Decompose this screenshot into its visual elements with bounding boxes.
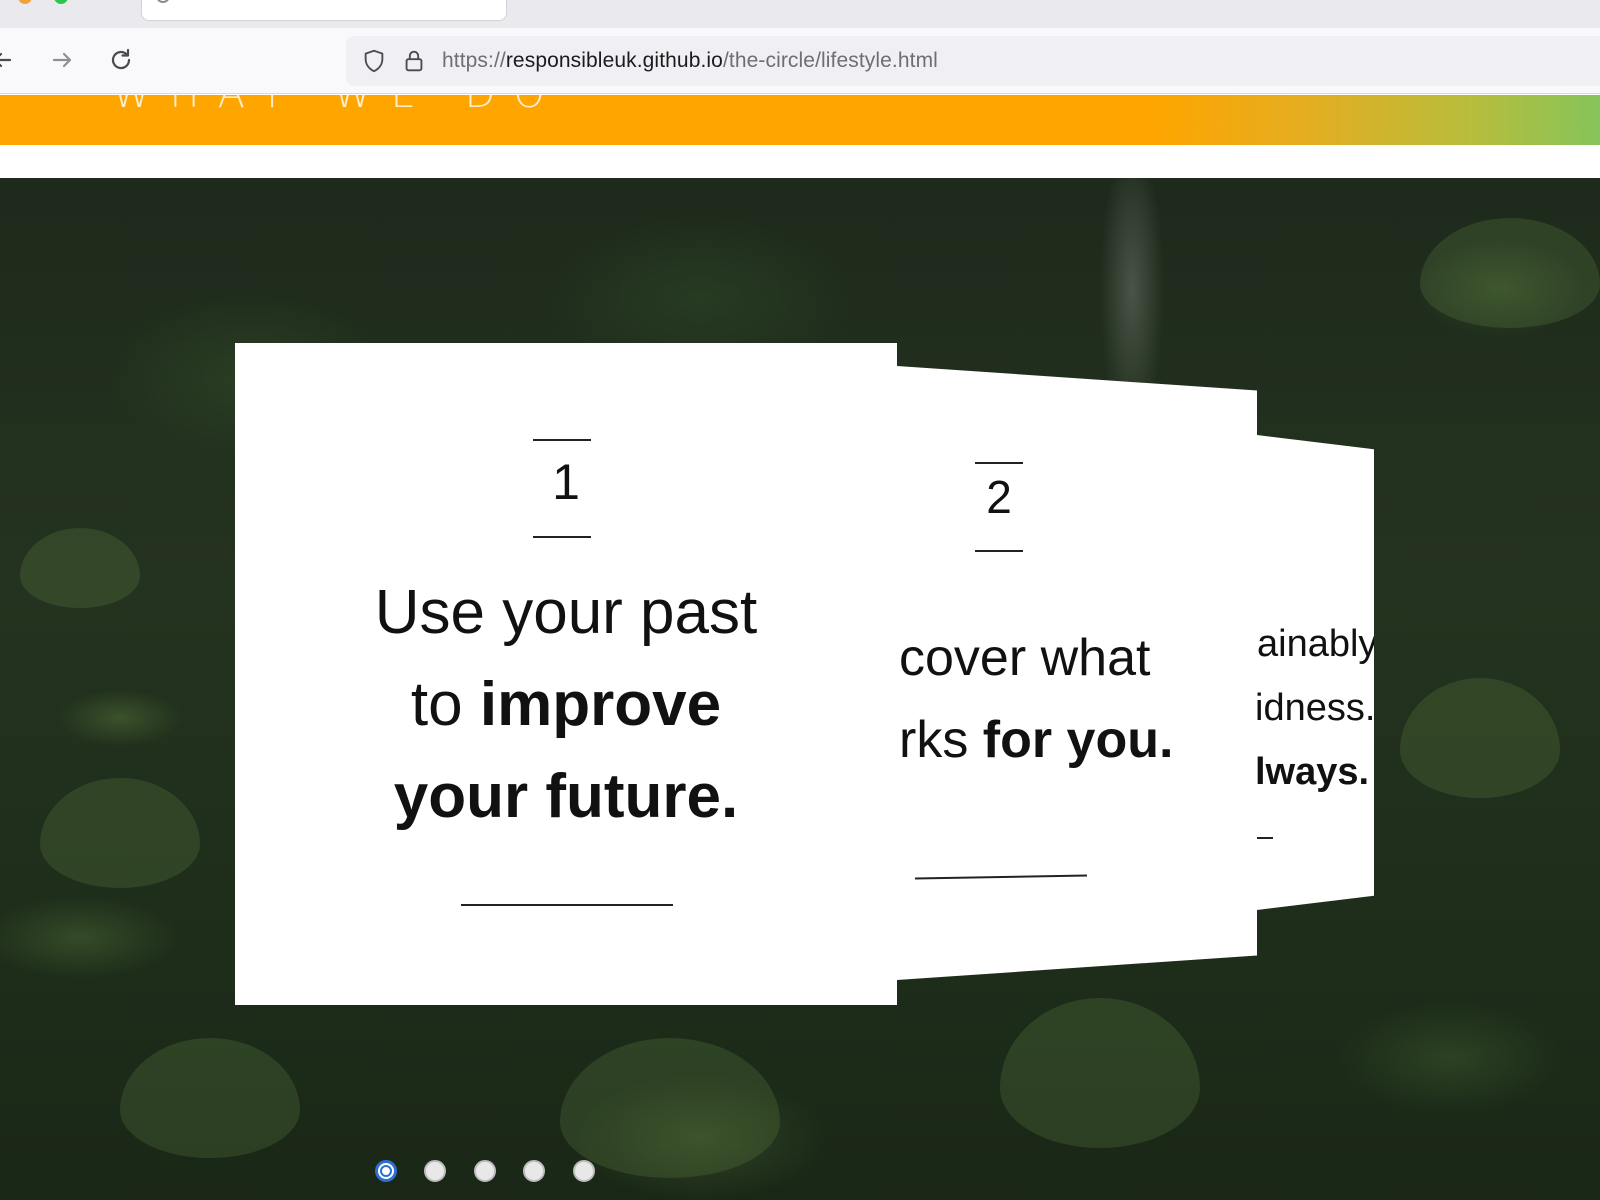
pagination-dot-2[interactable]: [424, 1160, 446, 1182]
url-scheme: https://: [442, 49, 506, 72]
card-number: 1: [552, 454, 580, 510]
address-bar[interactable]: https://responsibleuk.github.io/the-circ…: [346, 36, 1600, 86]
window-minimize-button[interactable]: [18, 0, 32, 4]
card-number-bottom-rule: [533, 536, 591, 538]
pagination-dot-3[interactable]: [474, 1160, 496, 1182]
carousel-card-3[interactable]: ainably idness. lways.: [1257, 435, 1374, 910]
url-host: responsibleuk.github.io: [505, 49, 723, 72]
card-line-1: Use your past: [374, 578, 758, 647]
reload-icon: [111, 48, 131, 70]
arrow-left-icon: [0, 52, 12, 68]
back-button[interactable]: [0, 42, 22, 78]
reload-button[interactable]: [103, 42, 139, 78]
tab-favicon-icon: [156, 0, 170, 3]
card-line-2: idness.: [1257, 687, 1374, 729]
forward-button[interactable]: [44, 42, 80, 78]
url-text[interactable]: https://responsibleuk.github.io/the-circ…: [442, 49, 938, 73]
card-bottom-rule: [461, 904, 673, 906]
card-number-top-rule: [975, 462, 1023, 464]
card-number-bottom-rule: [975, 550, 1023, 552]
tracking-protection-shield-icon[interactable]: [360, 47, 388, 75]
pagination-dot-1[interactable]: [375, 1160, 397, 1182]
window-zoom-button[interactable]: [54, 0, 68, 4]
card-bottom-rule: [1257, 837, 1273, 839]
lock-icon[interactable]: [400, 47, 428, 75]
site-header-bar: WHAT WE DO: [0, 95, 1600, 145]
browser-tab-strip: [0, 0, 1600, 28]
browser-toolbar: https://responsibleuk.github.io/the-circ…: [0, 28, 1600, 94]
browser-tab-active[interactable]: [141, 0, 507, 21]
card-line-3: your future.: [393, 762, 739, 831]
arrow-right-icon: [52, 52, 72, 68]
header-nav-title[interactable]: WHAT WE DO: [112, 95, 563, 117]
card-bottom-rule: [914, 874, 1088, 880]
card-number-top-rule: [533, 439, 591, 441]
card-line-1: cover what: [899, 629, 1151, 687]
carousel-card-1[interactable]: 1 Use your past to improve your future.: [235, 343, 897, 1005]
card-number: 2: [986, 471, 1012, 523]
carousel-pagination: [0, 1160, 1600, 1188]
carousel-card-2[interactable]: 2 cover what rks for you.: [897, 366, 1257, 980]
card-line-2: rks for you.: [899, 711, 1174, 769]
card-line-1: ainably: [1257, 623, 1374, 665]
pagination-dot-4[interactable]: [523, 1160, 545, 1182]
url-path: /the-circle/lifestyle.html: [722, 49, 938, 72]
pagination-dot-5[interactable]: [573, 1160, 595, 1182]
card-line-3: lways.: [1257, 751, 1370, 793]
header-spacer: [0, 145, 1600, 178]
card-line-2: to improve: [410, 670, 722, 739]
